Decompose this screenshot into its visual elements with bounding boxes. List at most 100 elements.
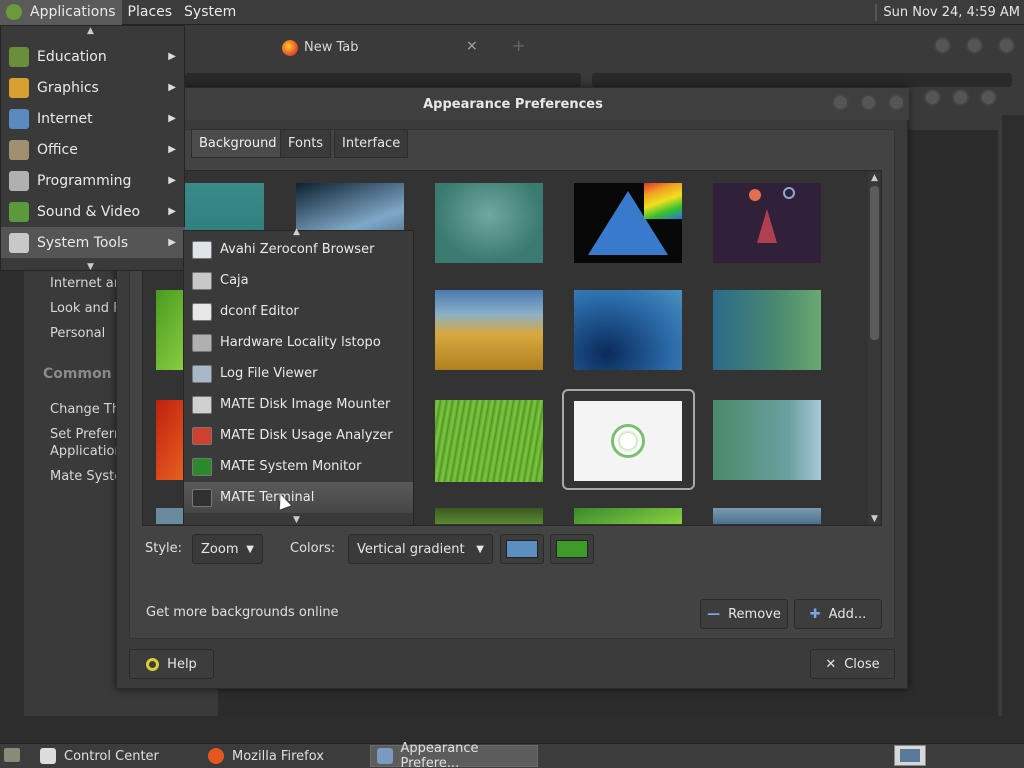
submenu-item-log-viewer[interactable]: Log File Viewer — [184, 358, 413, 389]
menu-item-office[interactable]: Office ▶ — [1, 134, 185, 165]
menu-scroll-up-icon[interactable]: ▲ — [87, 26, 94, 36]
cc-category-personal[interactable]: Personal — [50, 326, 105, 341]
submenu-item-dconf[interactable]: dconf Editor — [184, 296, 413, 327]
tab-close-icon[interactable]: × — [466, 38, 478, 54]
submenu-item-label: MATE Terminal — [220, 490, 315, 505]
firefox-url-bar[interactable] — [592, 73, 1012, 87]
add-button[interactable]: ✚ Add... — [794, 599, 882, 629]
cc-maximize-button[interactable] — [952, 89, 969, 106]
dialog-close-button[interactable] — [888, 94, 905, 111]
wallpaper-thumbnail[interactable] — [574, 508, 682, 524]
wallpaper-thumbnail[interactable] — [713, 290, 821, 370]
cc-category-internet[interactable]: Internet an — [50, 276, 122, 291]
tab-background[interactable]: Background — [191, 129, 285, 158]
cc-category-look[interactable]: Look and F — [50, 301, 121, 316]
tab-label: Fonts — [288, 136, 324, 151]
wallpaper-thumbnail[interactable] — [156, 508, 184, 524]
new-tab-icon[interactable]: + — [512, 36, 525, 55]
top-panel: Applications Places System Sun Nov 24, 4… — [0, 0, 1024, 25]
wallpaper-thumbnail[interactable] — [435, 508, 543, 524]
cc-common-item[interactable]: Change Th — [50, 402, 120, 417]
submenu-item-label: Caja — [220, 273, 249, 288]
submenu-item-disk-mounter[interactable]: MATE Disk Image Mounter — [184, 389, 413, 420]
wallpaper-thumbnail[interactable] — [713, 400, 821, 480]
places-menu[interactable]: Places — [122, 0, 179, 25]
cc-minimize-button[interactable] — [924, 89, 941, 106]
menu-item-graphics[interactable]: Graphics ▶ — [1, 72, 185, 103]
taskbar-item-firefox[interactable]: Mozilla Firefox — [202, 745, 367, 767]
wallpaper-thumbnail-selected[interactable] — [574, 401, 682, 481]
system-menu[interactable]: System — [178, 0, 242, 25]
tab-fonts[interactable]: Fonts — [280, 129, 332, 158]
help-button-label: Help — [167, 656, 197, 672]
firefox-maximize-button[interactable] — [966, 37, 983, 54]
show-desktop-icon[interactable] — [4, 748, 20, 762]
menu-item-system-tools[interactable]: System Tools ▶ — [1, 227, 185, 258]
firefox-close-button[interactable] — [998, 37, 1015, 54]
applications-menu-label: Applications — [30, 4, 116, 20]
primary-color-button[interactable] — [500, 534, 544, 564]
submenu-item-caja[interactable]: Caja — [184, 265, 413, 296]
submenu-item-label: Log File Viewer — [220, 366, 318, 381]
tab-label: Background — [199, 136, 277, 151]
submenu-item-terminal[interactable]: MATE Terminal — [184, 482, 413, 513]
wallpaper-thumbnail[interactable] — [435, 400, 543, 482]
cc-common-item[interactable]: Application — [50, 444, 123, 459]
scroll-up-icon[interactable]: ▲ — [871, 173, 878, 183]
wallpaper-thumbnail[interactable] — [574, 183, 682, 263]
colors-combo[interactable]: Vertical gradient ▼ — [348, 534, 493, 564]
wallpaper-thumbnail[interactable] — [435, 183, 543, 263]
disk-mounter-icon — [192, 395, 212, 414]
avahi-icon — [192, 240, 212, 259]
primary-color-swatch — [506, 540, 538, 558]
panel-separator — [875, 4, 878, 21]
menu-item-programming[interactable]: Programming ▶ — [1, 165, 185, 196]
submenu-arrow-icon: ▶ — [168, 82, 176, 93]
tab-interface[interactable]: Interface — [334, 129, 409, 158]
submenu-item-avahi[interactable]: Avahi Zeroconf Browser — [184, 234, 413, 265]
secondary-color-button[interactable] — [550, 534, 594, 564]
help-button[interactable]: Help — [129, 649, 214, 679]
dropdown-arrow-icon: ▼ — [246, 543, 254, 555]
wallpaper-thumbnail[interactable] — [713, 508, 821, 524]
firefox-tab-title: New Tab — [304, 40, 359, 55]
wallpaper-thumbnail[interactable] — [574, 290, 682, 370]
menu-item-education[interactable]: Education ▶ — [1, 41, 185, 72]
taskbar-item-appearance[interactable]: Appearance Prefere... — [370, 741, 538, 768]
dialog-maximize-button[interactable] — [860, 94, 877, 111]
firefox-tab[interactable]: New Tab — [268, 32, 493, 63]
help-icon — [146, 657, 160, 671]
workspace-switcher[interactable] — [894, 745, 926, 766]
submenu-item-hardware[interactable]: Hardware Locality lstopo — [184, 327, 413, 358]
applications-menu[interactable]: Applications — [0, 0, 122, 25]
submenu-item-disk-usage[interactable]: MATE Disk Usage Analyzer — [184, 420, 413, 451]
cc-common-heading: Common T — [43, 366, 127, 382]
close-button[interactable]: ✕ Close — [810, 649, 895, 679]
remove-icon: — — [707, 606, 721, 622]
remove-button[interactable]: — Remove — [700, 599, 788, 629]
wallpaper-thumbnail[interactable] — [435, 290, 543, 370]
more-backgrounds-link[interactable]: Get more backgrounds online — [146, 605, 339, 620]
submenu-item-system-monitor[interactable]: MATE System Monitor — [184, 451, 413, 482]
clock[interactable]: Sun Nov 24, 4:59 AM — [869, 0, 1020, 25]
wallpaper-thumbnail[interactable] — [156, 400, 184, 480]
wallpaper-thumbnail[interactable] — [713, 183, 821, 263]
taskbar-item-control-center[interactable]: Control Center — [34, 745, 199, 767]
cc-close-button[interactable] — [980, 89, 997, 106]
menu-item-sound-video[interactable]: Sound & Video ▶ — [1, 196, 185, 227]
submenu-scroll-down-icon[interactable]: ▼ — [293, 515, 300, 525]
dialog-minimize-button[interactable] — [832, 94, 849, 111]
appearance-icon — [377, 748, 393, 764]
menu-item-internet[interactable]: Internet ▶ — [1, 103, 185, 134]
scrollbar-thumb[interactable] — [870, 186, 879, 340]
wallpaper-thumbnail[interactable] — [156, 290, 184, 370]
dialog-titlebar[interactable]: Appearance Preferences — [117, 88, 909, 120]
scroll-down-icon[interactable]: ▼ — [871, 514, 878, 524]
submenu-item-label: Hardware Locality lstopo — [220, 335, 381, 350]
workspace-icon — [900, 749, 920, 762]
firefox-minimize-button[interactable] — [934, 37, 951, 54]
submenu-arrow-icon: ▶ — [168, 237, 176, 248]
style-combo[interactable]: Zoom ▼ — [192, 534, 263, 564]
submenu-arrow-icon: ▶ — [168, 175, 176, 186]
menu-scroll-down-icon[interactable]: ▼ — [87, 262, 94, 272]
